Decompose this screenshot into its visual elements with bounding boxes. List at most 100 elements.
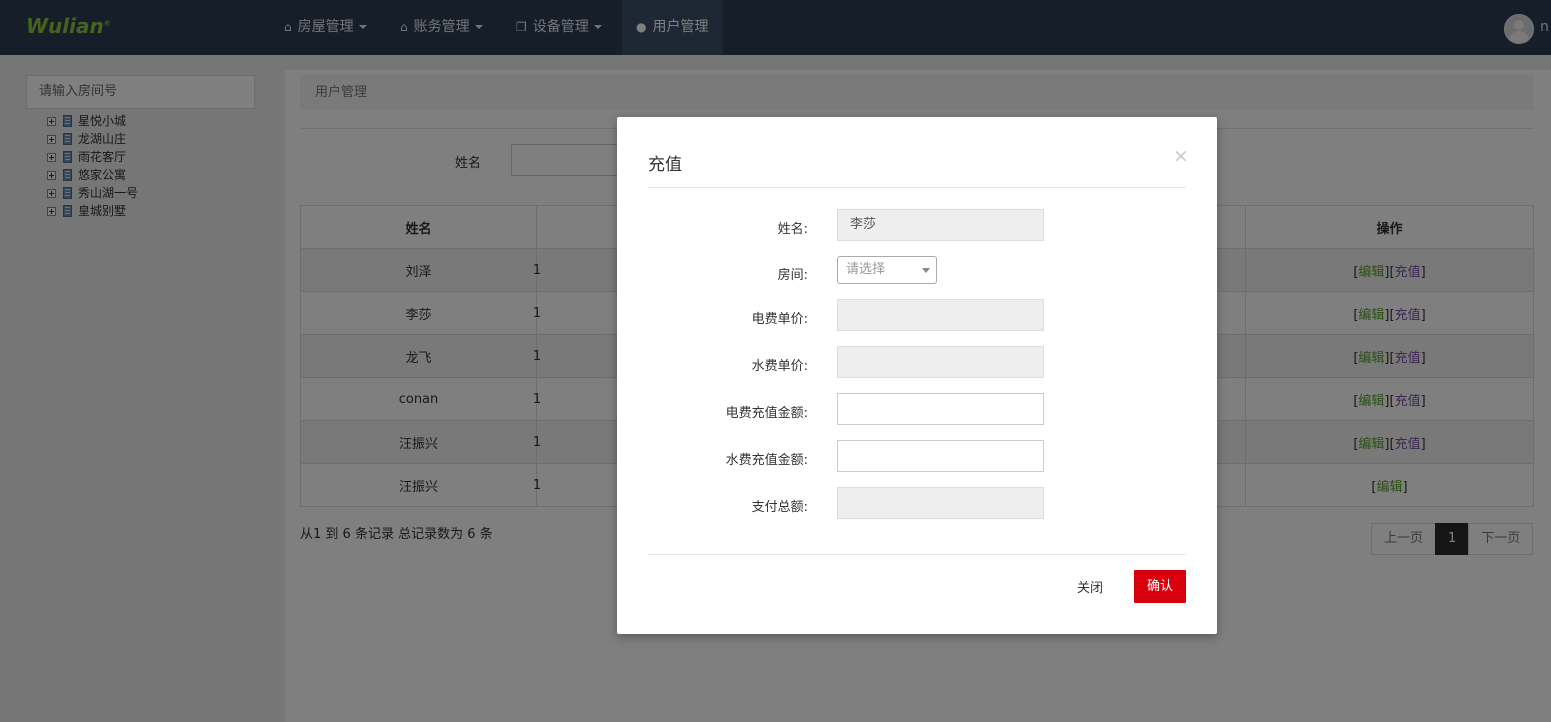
user-avatar[interactable] bbox=[1504, 14, 1534, 44]
water-amount-label: 水费充值金额: bbox=[725, 453, 808, 468]
tree-node[interactable]: 秀山湖一号 bbox=[47, 184, 138, 202]
building-icon bbox=[63, 187, 72, 199]
nav-house-management[interactable]: ⌂ 房屋管理 bbox=[270, 0, 381, 55]
nav-label: 设备管理 bbox=[532, 19, 589, 35]
building-icon bbox=[63, 169, 72, 181]
recharge-link[interactable]: 充值 bbox=[1395, 351, 1421, 366]
elec-price-field bbox=[837, 299, 1044, 331]
edit-link[interactable]: 编辑 bbox=[1358, 394, 1384, 409]
cell-actions: [编辑][充值] bbox=[1245, 291, 1534, 335]
edit-link[interactable]: 编辑 bbox=[1376, 480, 1402, 495]
cell-name: 汪振兴 bbox=[300, 420, 537, 464]
pagination: 上一页 1 下一页 bbox=[1371, 523, 1534, 555]
total-field bbox=[837, 487, 1044, 519]
water-price-label: 水费单价: bbox=[751, 359, 808, 374]
recharge-link[interactable]: 充值 bbox=[1395, 265, 1421, 280]
breadcrumb: 用户管理 bbox=[300, 75, 1533, 110]
edit-link[interactable]: 编辑 bbox=[1358, 437, 1384, 452]
nav-label: 房屋管理 bbox=[297, 19, 354, 35]
building-icon bbox=[63, 205, 72, 217]
edit-link[interactable]: 编辑 bbox=[1358, 308, 1384, 323]
name-filter-label: 姓名 bbox=[455, 156, 482, 171]
cell-actions: [编辑][充值] bbox=[1245, 420, 1534, 464]
nav-label: 账务管理 bbox=[413, 19, 470, 35]
column-header-name: 姓名 bbox=[300, 205, 537, 249]
tree-node-label[interactable]: 秀山湖一号 bbox=[78, 186, 138, 200]
expand-icon[interactable] bbox=[47, 206, 56, 216]
wulian-logo[interactable]: Wulian® bbox=[26, 14, 111, 38]
room-label: 房间: bbox=[777, 268, 808, 283]
caret-down-icon bbox=[593, 25, 602, 29]
building-icon bbox=[63, 115, 72, 127]
tree-node-label[interactable]: 雨花客厅 bbox=[78, 150, 126, 164]
nav-label: 用户管理 bbox=[652, 19, 709, 35]
expand-icon[interactable] bbox=[47, 152, 56, 162]
expand-icon[interactable] bbox=[47, 116, 56, 126]
tree-node[interactable]: 龙湖山庄 bbox=[47, 130, 138, 148]
record-info: 从1 到 6 条记录 总记录数为 6 条 bbox=[300, 527, 493, 542]
cell-actions: [编辑][充值] bbox=[1245, 248, 1534, 292]
tree-node[interactable]: 悠家公寓 bbox=[47, 166, 138, 184]
room-select[interactable]: 请选择 bbox=[837, 256, 937, 284]
cell-name: 刘泽 bbox=[300, 248, 537, 292]
nav-accounting-management[interactable]: ⌂ 账务管理 bbox=[386, 0, 497, 55]
expand-icon[interactable] bbox=[47, 134, 56, 144]
tree-node[interactable]: 星悦小城 bbox=[47, 112, 138, 130]
tree-node[interactable]: 雨花客厅 bbox=[47, 148, 138, 166]
column-header-actions: 操作 bbox=[1245, 205, 1534, 249]
page-1-button[interactable]: 1 bbox=[1435, 523, 1470, 555]
elec-price-label: 电费单价: bbox=[751, 312, 808, 327]
cell-actions: [编辑][充值] bbox=[1245, 377, 1534, 421]
home-icon: ⌂ bbox=[400, 20, 408, 34]
edit-link[interactable]: 编辑 bbox=[1358, 265, 1384, 280]
water-price-field bbox=[837, 346, 1044, 378]
room-search-input[interactable]: 请输入房间号 bbox=[26, 75, 255, 109]
tree-node-label[interactable]: 星悦小城 bbox=[78, 114, 126, 128]
cell-actions: [编辑] bbox=[1245, 463, 1534, 507]
tree-node-label[interactable]: 悠家公寓 bbox=[78, 168, 126, 182]
water-amount-input[interactable] bbox=[837, 440, 1044, 472]
expand-icon[interactable] bbox=[47, 188, 56, 198]
chevron-down-icon bbox=[922, 268, 930, 273]
cell-actions: [编辑][充值] bbox=[1245, 334, 1534, 378]
recharge-modal: 充值 × 姓名: 李莎 房间: 请选择 电费单价: 水费单价: 电费充值金额: … bbox=[617, 117, 1217, 634]
recharge-link[interactable]: 充值 bbox=[1395, 394, 1421, 409]
elec-amount-label: 电费充值金额: bbox=[725, 406, 808, 421]
modal-header-divider bbox=[648, 187, 1186, 188]
elec-amount-input[interactable] bbox=[837, 393, 1044, 425]
confirm-button[interactable]: 确认 bbox=[1134, 570, 1186, 603]
tree-node-label[interactable]: 龙湖山庄 bbox=[78, 132, 126, 146]
nav-user-management[interactable]: ● 用户管理 bbox=[622, 0, 723, 55]
tree-node-label[interactable]: 皇城别墅 bbox=[78, 204, 126, 218]
total-label: 支付总额: bbox=[751, 500, 808, 515]
name-field: 李莎 bbox=[837, 209, 1044, 241]
edit-link[interactable]: 编辑 bbox=[1358, 351, 1384, 366]
prev-page-button[interactable]: 上一页 bbox=[1371, 523, 1437, 555]
modal-footer-divider bbox=[648, 554, 1186, 555]
caret-down-icon bbox=[358, 25, 367, 29]
home-icon: ⌂ bbox=[284, 20, 292, 34]
expand-icon[interactable] bbox=[47, 170, 56, 180]
tree-node[interactable]: 皇城别墅 bbox=[47, 202, 138, 220]
recharge-link[interactable]: 充值 bbox=[1395, 437, 1421, 452]
name-label: 姓名: bbox=[777, 222, 808, 237]
close-icon[interactable]: × bbox=[1173, 146, 1189, 166]
next-page-button[interactable]: 下一页 bbox=[1468, 523, 1534, 555]
building-icon bbox=[63, 151, 72, 163]
modal-title: 充值 bbox=[648, 155, 682, 175]
recharge-link[interactable]: 充值 bbox=[1395, 308, 1421, 323]
close-button[interactable]: 关闭 bbox=[1077, 577, 1103, 596]
caret-down-icon bbox=[474, 25, 483, 29]
cell-name: 李莎 bbox=[300, 291, 537, 335]
nav-device-management[interactable]: ❒ 设备管理 bbox=[502, 0, 616, 55]
building-icon bbox=[63, 133, 72, 145]
cubes-icon: ❒ bbox=[516, 20, 527, 34]
room-select-placeholder: 请选择 bbox=[846, 262, 886, 277]
username[interactable]: n bbox=[1540, 19, 1549, 35]
top-navbar: Wulian® ⌂ 房屋管理 ⌂ 账务管理 ❒ 设备管理 ● 用户管理 n bbox=[0, 0, 1551, 55]
user-icon: ● bbox=[636, 20, 647, 34]
cell-name: 龙飞 bbox=[300, 334, 537, 378]
cell-name: conan bbox=[300, 377, 537, 421]
cell-name: 汪振兴 bbox=[300, 463, 537, 507]
property-tree: 星悦小城 龙湖山庄 雨花客厅 悠家公寓 秀山湖一号 皇城别墅 bbox=[47, 112, 138, 220]
